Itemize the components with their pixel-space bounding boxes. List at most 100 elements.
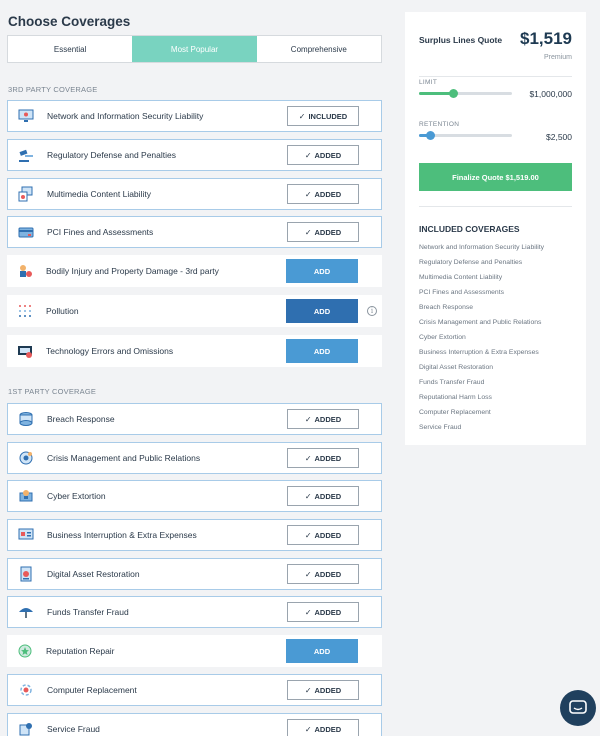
check-icon: ✓ [304, 453, 312, 463]
coverage-row: Reputation Repair ADD [7, 635, 382, 667]
coverage-name: Technology Errors and Omissions [46, 346, 174, 356]
retention-slider-handle[interactable] [425, 131, 435, 140]
added-coverage-button[interactable]: ✓ ADDED [287, 602, 359, 622]
coverage-name: Computer Replacement [47, 685, 137, 695]
added-coverage-button[interactable]: ✓ ADDED [287, 222, 359, 242]
coverage-row: Pollution ADD i [7, 295, 382, 327]
check-icon: ✓ [304, 227, 312, 237]
coverage-name: Funds Transfer Fraud [47, 607, 129, 617]
coverage-row: Multimedia Content Liability ✓ ADDED [7, 178, 382, 210]
pollution-icon [17, 303, 33, 319]
coverage-name: Cyber Extortion [47, 491, 106, 501]
included-coverage-item: Regulatory Defense and Penalties [419, 259, 523, 266]
button-label: ADDED [314, 724, 342, 734]
added-coverage-button[interactable]: ✓ ADDED [287, 184, 359, 204]
check-icon: ✓ [304, 150, 312, 160]
coverage-name: Bodily Injury and Property Damage - 3rd … [46, 266, 219, 276]
included-coverage-item: Service Fraud [419, 424, 462, 431]
info-icon[interactable]: i [367, 306, 377, 316]
coverage-name: Regulatory Defense and Penalties [47, 150, 176, 160]
coverage-row: Business Interruption & Extra Expenses ✓ A… [7, 519, 382, 551]
quote-title: Surplus Lines Quote [419, 35, 503, 45]
coverage-row: Regulatory Defense and Penalties ✓ ADDED [7, 139, 382, 171]
limit-slider[interactable] [419, 89, 512, 98]
coverage-name: Crisis Management and Public Relations [47, 453, 201, 463]
gavel-icon [18, 147, 34, 163]
added-coverage-button[interactable]: ✓ ADDED [287, 564, 359, 584]
quote-premium-label: Premium [543, 54, 572, 61]
umbrella-icon [18, 604, 34, 620]
check-icon: ✓ [304, 607, 312, 617]
coverage-name: Service Fraud [47, 724, 100, 734]
button-label: ADDED [314, 569, 342, 579]
coverage-row: Crisis Management and Public Relations ✓ A… [7, 442, 382, 474]
included-coverage-item: Network and Information Security Liabili… [419, 244, 545, 251]
check-icon: ✓ [304, 414, 312, 424]
limit-slider-handle[interactable] [448, 89, 458, 98]
add-coverage-button[interactable]: ADD [286, 639, 358, 663]
credit-card-icon [18, 224, 34, 240]
service-fraud-icon [18, 721, 34, 736]
included-coverage-item: PCI Fines and Assessments [419, 289, 504, 296]
button-label: ADDED [314, 189, 342, 199]
button-label: ADDED [314, 453, 342, 463]
coverage-tier-tabs: Essential Most Popular Comprehensive [7, 35, 382, 63]
chat-button[interactable] [560, 690, 596, 726]
included-coverage-item: Funds Transfer Fraud [419, 379, 485, 386]
button-label: ADDED [314, 685, 342, 695]
check-icon: ✓ [304, 530, 312, 540]
included-coverage-item: Reputational Harm Loss [419, 394, 492, 401]
retention-label: RETENTION [419, 121, 460, 128]
included-coverage-item: Business Interruption & Extra Expenses [419, 349, 539, 356]
button-label: ADDED [314, 227, 342, 237]
limit-label: LIMIT [419, 79, 438, 86]
button-label: INCLUDED [308, 111, 348, 121]
check-icon: ✓ [304, 685, 312, 695]
button-label: ADDED [314, 491, 342, 501]
digital-asset-icon [18, 566, 34, 582]
added-coverage-button[interactable]: ✓ ADDED [287, 719, 359, 736]
coverage-name: Network and Information Security Liabili… [47, 111, 204, 121]
check-icon: ✓ [304, 724, 312, 734]
added-coverage-button[interactable]: ✓ ADDED [287, 145, 359, 165]
tab-most-popular[interactable]: Most Popular [132, 36, 257, 62]
retention-slider[interactable] [419, 131, 512, 140]
first-party-section-label: 1ST PARTY COVERAGE [8, 387, 97, 396]
coverage-row: Network and Information Security Liabili… [7, 100, 382, 132]
button-label: ADDED [314, 150, 342, 160]
added-coverage-button[interactable]: ✓ ADDED [287, 680, 359, 700]
monitor-icon [18, 108, 34, 124]
included-coverage-item: Multimedia Content Liability [419, 274, 503, 281]
extortion-icon [18, 488, 34, 504]
third-party-section-label: 3RD PARTY COVERAGE [8, 85, 98, 94]
coverage-name: Multimedia Content Liability [47, 189, 151, 199]
coverage-row: Breach Response ✓ ADDED [7, 403, 382, 435]
add-coverage-button[interactable]: ADD [286, 259, 358, 283]
added-coverage-button[interactable]: ✓ ADDED [287, 525, 359, 545]
tab-essential[interactable]: Essential [8, 36, 132, 62]
added-coverage-button[interactable]: ✓ ADDED [287, 409, 359, 429]
database-icon [18, 411, 34, 427]
quote-panel: Surplus Lines Quote $1,519 Premium LIMIT… [405, 12, 586, 445]
button-label: ADDED [314, 607, 342, 617]
interruption-icon [18, 527, 34, 543]
coverage-row: Bodily Injury and Property Damage - 3rd … [7, 255, 382, 287]
coverage-row: Cyber Extortion ✓ ADDED [7, 480, 382, 512]
coverage-row: PCI Fines and Assessments ✓ ADDED [7, 216, 382, 248]
coverage-name: Breach Response [47, 414, 115, 424]
included-coverage-button[interactable]: ✓ INCLUDED [287, 106, 359, 126]
reputation-icon [17, 643, 33, 659]
coverage-row: Computer Replacement ✓ ADDED [7, 674, 382, 706]
included-coverage-item: Breach Response [419, 304, 474, 311]
coverage-name: PCI Fines and Assessments [47, 227, 154, 237]
added-coverage-button[interactable]: ✓ ADDED [287, 448, 359, 468]
add-coverage-button[interactable]: ADD [286, 339, 358, 363]
added-coverage-button[interactable]: ✓ ADDED [287, 486, 359, 506]
tab-comprehensive[interactable]: Comprehensive [257, 36, 381, 62]
coverage-name: Business Interruption & Extra Expenses [47, 530, 197, 540]
add-coverage-button[interactable]: ADD [286, 299, 358, 323]
finalize-quote-button[interactable]: Finalize Quote $1,519.00 [419, 163, 572, 191]
included-coverage-item: Digital Asset Restoration [419, 364, 494, 371]
included-coverages-list: Network and Information Security Liabili… [419, 240, 544, 435]
chat-icon [569, 700, 587, 714]
